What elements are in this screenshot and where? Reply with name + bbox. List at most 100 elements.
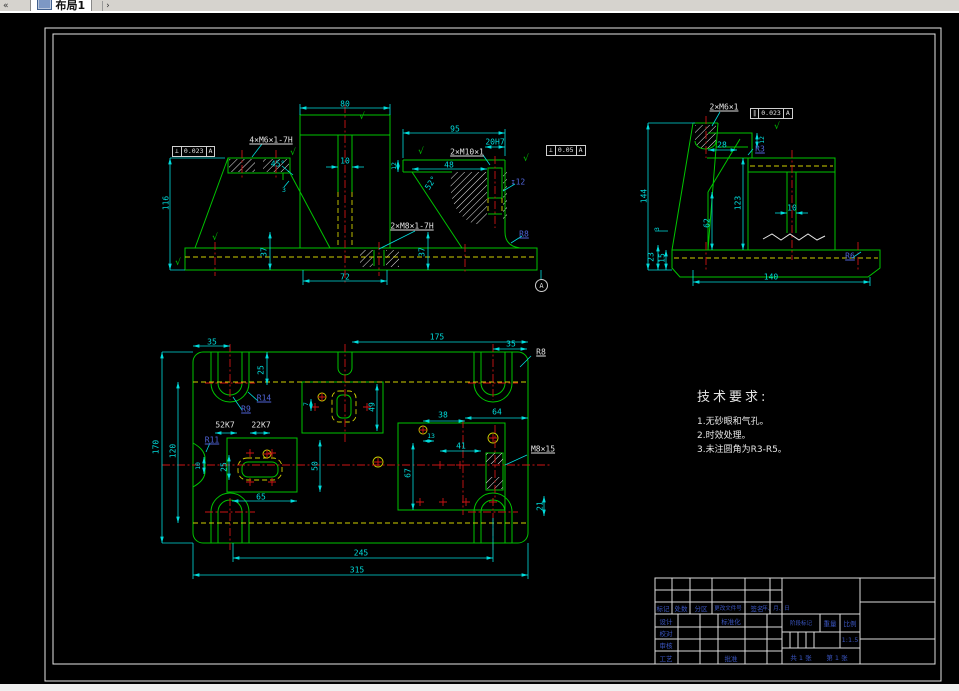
titleblock-approve: 批准 [724,655,738,663]
drawing-canvas [44,27,942,682]
thread-callout-4xm6: 4×M6×1-7H [249,135,293,145]
titleblock-role-design: 设计 [659,618,673,626]
roughness-icon: √ [418,147,424,157]
dim-side-width-140: 140 [763,272,779,282]
tolerance-symbol: ∥ [753,109,757,117]
radius-callout-r6: R6 [845,251,855,261]
titleblock-role-audit: 审核 [659,642,673,650]
dim-front-37-right: 37 [417,247,427,257]
tolerance-frame-front-right: ⊥ 0.05 A [546,145,586,156]
technical-requirements: 技术要求: 1.无砂眼和气孔。 2.时效处理。 3.未注圆角为R3-R5。 [697,386,877,457]
tolerance-symbol: ⊥ [549,146,553,154]
depth-callout-12: ↧12 [510,177,526,187]
radius-callout-r8-plan: R8 [536,347,546,357]
tech-requirement-item: 3.未注圆角为R3-R5。 [697,445,787,455]
dim-plan-13: 13 [427,432,435,440]
dim-plan-245: 245 [353,548,369,558]
dim-plan-10: 10 [194,462,202,470]
titleblock-header-docno: 更改文件号 [714,606,742,612]
roughness-icon: √ [774,122,780,132]
roughness-icon: √ [290,148,296,158]
dim-side-23: 23 [646,252,656,262]
dim-plan-175: 175 [429,332,445,342]
titleblock-header-date: 年、月、日 [762,606,790,612]
dim-side-12: 12 [758,136,766,144]
titleblock-standardization: 标准化 [721,618,741,626]
dim-side-62: 62 [702,218,712,228]
dim-front-72: 72 [340,272,350,282]
dim-front-3: 3 [282,186,286,194]
titleblock-stage-label: 阶段标记 [789,621,813,627]
titleblock-role-check: 校对 [659,630,673,638]
titleblock-role-process: 工艺 [659,655,673,663]
radius-callout-r11: R11 [204,435,220,445]
dim-plan-67: 67 [403,468,413,478]
titleblock-header-count: 处数 [674,605,688,613]
roughness-icon: √ [175,258,181,268]
dim-front-95: 95 [450,124,460,134]
roughness-icon: √ [212,233,218,243]
dim-plan-38: 38 [438,410,448,420]
cad-application-window: « 布局1 › 80 4×M6×1-7H ⊥ 0.023 A 45° 3 10 … [0,0,959,691]
tolerance-frame-side: ∥ 0.023 A [750,108,793,119]
radius-callout-r14: R14 [256,393,272,403]
datum-flag-a: A [535,279,548,292]
thread-callout-2xm10: 2×M10×1 [450,147,484,157]
titleblock-sheet-total: 共 1 张 [790,654,812,662]
dim-plan-25-mid: 25 [219,462,229,472]
tolerance-value: 0.023 [180,147,206,156]
tech-requirements-title: 技术要求: [697,390,769,405]
tolerance-value: 0.023 [758,109,783,118]
dim-side-3: 3 [653,227,661,231]
thread-callout-m8x15: M8×15 [530,444,556,454]
dim-side-15: 15 [657,253,667,263]
dim-bore-20h7: 20H7 [485,137,505,147]
tolerance-value: 0.05 [554,146,576,155]
titleblock-sheet-no: 第 1 张 [826,654,848,662]
tolerance-frame-front-left: ⊥ 0.023 A [172,146,216,157]
dim-front-height-116: 116 [161,195,171,211]
dim-plan-50: 50 [310,461,320,471]
tolerance-symbol: ⊥ [175,147,179,155]
dim-plan-7: 7 [302,402,310,406]
thread-callout-2xm8: 2×M8×1-7H [390,221,434,231]
dim-ledge-12: 12 [390,162,398,170]
dim-plan-35-left: 35 [207,337,217,347]
titleblock-scale-label: 比例 [843,620,857,628]
radius-callout-r9: R9 [241,404,251,414]
dim-plan-65: 65 [256,492,266,502]
radius-callout-r3: R3 [755,144,765,154]
dim-plan-315: 315 [349,565,365,575]
dim-plan-35-right: 35 [506,339,516,349]
dim-angle-45: 45° [270,159,286,169]
dim-front-10: 10 [340,156,350,166]
radius-callout-r8-front: R8 [519,229,529,239]
fit-callout-52k7: 52K7 [215,420,235,430]
dim-plan-120: 120 [168,443,178,459]
titleblock-header-zone: 分区 [694,605,708,613]
dim-plan-170: 170 [151,439,161,455]
tech-requirement-item: 2.时效处理。 [697,431,751,441]
tolerance-datum: A [782,109,792,118]
dim-plan-64: 64 [492,407,502,417]
dim-side-123: 123 [733,195,743,211]
dim-front-48: 48 [444,160,454,170]
fit-callout-22k7: 22K7 [251,420,271,430]
dim-plan-49: 49 [367,402,377,412]
roughness-icon: √ [523,154,529,164]
thread-callout-2xm6: 2×M6×1 [709,102,739,112]
roughness-icon: √ [359,112,365,122]
dim-plan-25-top: 25 [256,365,266,375]
dim-front-37-left: 37 [259,247,269,257]
dim-side-28: 28 [717,140,727,150]
tech-requirement-item: 1.无砂眼和气孔。 [697,417,769,427]
titleblock-weight-label: 重量 [823,620,837,628]
dim-side-height-144: 144 [639,188,649,204]
dim-plan-21: 21 [535,501,545,511]
dim-front-width-80: 80 [340,99,350,109]
titleblock-header-mark: 标记 [656,605,670,613]
titleblock-scale-value: 1:1.5 [841,636,859,644]
tolerance-datum: A [575,146,585,155]
dim-side-10: 10 [787,203,797,213]
tolerance-datum: A [205,147,215,156]
